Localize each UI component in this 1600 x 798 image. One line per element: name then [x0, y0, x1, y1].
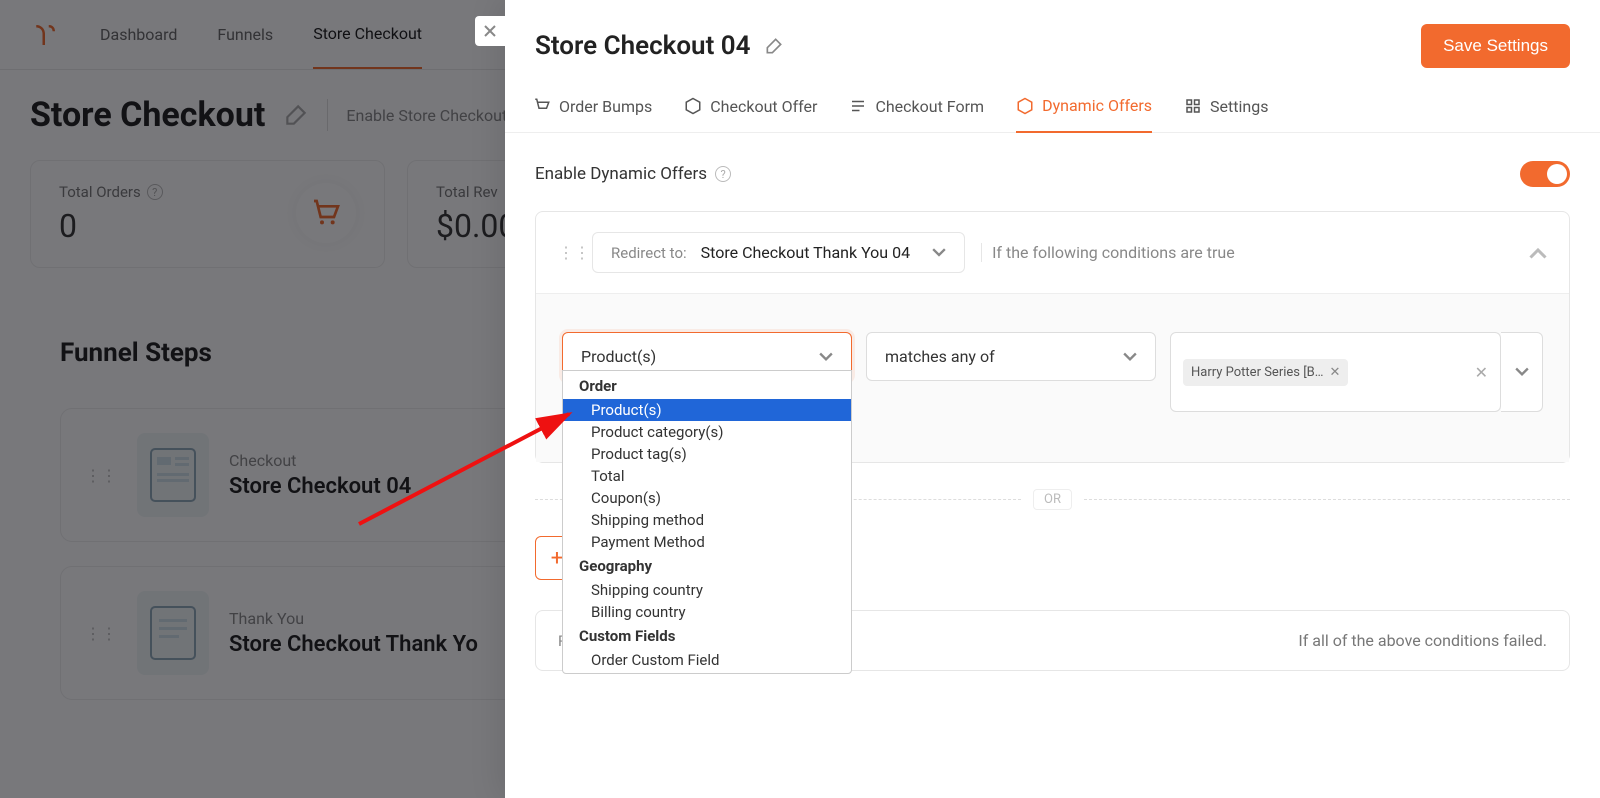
field-dropdown[interactable]: Order Product(s) Product category(s) Pro…	[562, 370, 852, 674]
default-condition-text: If all of the above conditions failed.	[1298, 631, 1547, 650]
dd-item[interactable]: Billing country	[563, 601, 851, 623]
dd-item[interactable]: Total	[563, 465, 851, 487]
value-dropdown-toggle[interactable]	[1501, 332, 1543, 412]
dd-item[interactable]: Order Custom Field	[563, 649, 851, 671]
rule-card: ⋮⋮ Redirect to: Store Checkout Thank You…	[535, 211, 1570, 463]
side-panel: Store Checkout 04 Save Settings Order Bu…	[505, 0, 1600, 798]
drag-icon[interactable]: ⋮⋮	[558, 243, 576, 262]
tab-dynamic-offers[interactable]: Dynamic Offers	[1016, 96, 1152, 133]
dd-item[interactable]: Product category(s)	[563, 421, 851, 443]
dd-group-geography: Geography	[563, 553, 851, 579]
redirect-select[interactable]: Redirect to: Store Checkout Thank You 04	[592, 232, 965, 273]
value-token: Harry Potter Series [B…✕	[1183, 359, 1348, 386]
help-icon[interactable]: ?	[715, 166, 731, 182]
operator-select[interactable]: matches any of	[866, 332, 1156, 381]
dd-group-order: Order	[563, 373, 851, 399]
dd-item[interactable]: Coupon(s)	[563, 487, 851, 509]
chevron-down-icon	[819, 352, 833, 362]
dd-group-custom: Custom Fields	[563, 623, 851, 649]
value-multiselect[interactable]: Harry Potter Series [B…✕ ✕	[1170, 332, 1501, 412]
panel-title: Store Checkout 04	[535, 31, 750, 61]
dd-item[interactable]: Payment Method	[563, 531, 851, 553]
condition-text: If the following conditions are true	[981, 243, 1235, 262]
chevron-up-icon[interactable]	[1529, 247, 1547, 259]
edit-icon[interactable]	[764, 36, 784, 56]
dd-item[interactable]: Product tag(s)	[563, 443, 851, 465]
enable-dynamic-label: Enable Dynamic Offers	[535, 164, 707, 184]
dd-item[interactable]: Shipping country	[563, 579, 851, 601]
close-icon[interactable]	[475, 16, 505, 46]
clear-icon[interactable]: ✕	[1475, 363, 1488, 382]
tab-checkout-offer[interactable]: Checkout Offer	[684, 96, 817, 132]
tab-order-bumps[interactable]: Order Bumps	[533, 96, 652, 132]
enable-toggle[interactable]	[1520, 161, 1570, 187]
dd-item[interactable]: Product(s)	[563, 399, 851, 421]
chevron-down-icon	[932, 248, 946, 257]
save-button[interactable]: Save Settings	[1421, 24, 1570, 68]
chevron-down-icon	[1123, 352, 1137, 362]
dd-item[interactable]: Shipping method	[563, 509, 851, 531]
token-remove-icon[interactable]: ✕	[1329, 365, 1340, 380]
tab-checkout-form[interactable]: Checkout Form	[849, 96, 984, 132]
tab-settings[interactable]: Settings	[1184, 96, 1268, 132]
